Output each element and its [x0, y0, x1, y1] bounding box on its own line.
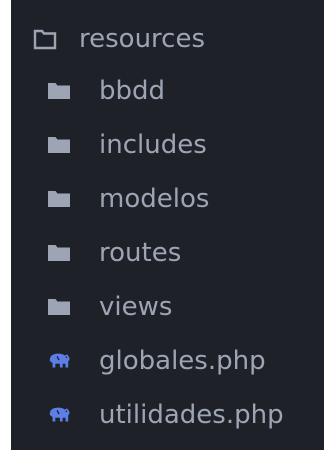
file-label: utilidades.php: [99, 400, 284, 430]
folder-views[interactable]: views: [47, 280, 172, 334]
folder-outline-icon: [33, 27, 57, 51]
php-elephant-icon: [47, 349, 71, 373]
php-elephant-icon: [47, 403, 71, 427]
file-label: globales.php: [99, 346, 266, 376]
file-globales-php[interactable]: globales.php: [47, 334, 266, 388]
folder-bbdd[interactable]: bbdd: [47, 64, 165, 118]
folder-modelos[interactable]: modelos: [47, 172, 209, 226]
folder-label: resources: [79, 24, 206, 54]
folder-routes[interactable]: routes: [47, 226, 181, 280]
folder-label: bbdd: [99, 76, 166, 106]
file-explorer-panel: resources bbdd includes modelos routes v…: [11, 0, 324, 450]
folder-label: views: [99, 292, 173, 322]
folder-label: includes: [99, 130, 207, 160]
folder-label: modelos: [99, 184, 210, 214]
folder-icon: [47, 187, 71, 211]
folder-icon: [47, 79, 71, 103]
folder-icon: [47, 133, 71, 157]
file-utilidades-php[interactable]: utilidades.php: [47, 388, 284, 442]
folder-resources[interactable]: resources: [33, 12, 205, 66]
folder-label: routes: [99, 238, 182, 268]
folder-icon: [47, 295, 71, 319]
folder-includes[interactable]: includes: [47, 118, 207, 172]
folder-icon: [47, 241, 71, 265]
